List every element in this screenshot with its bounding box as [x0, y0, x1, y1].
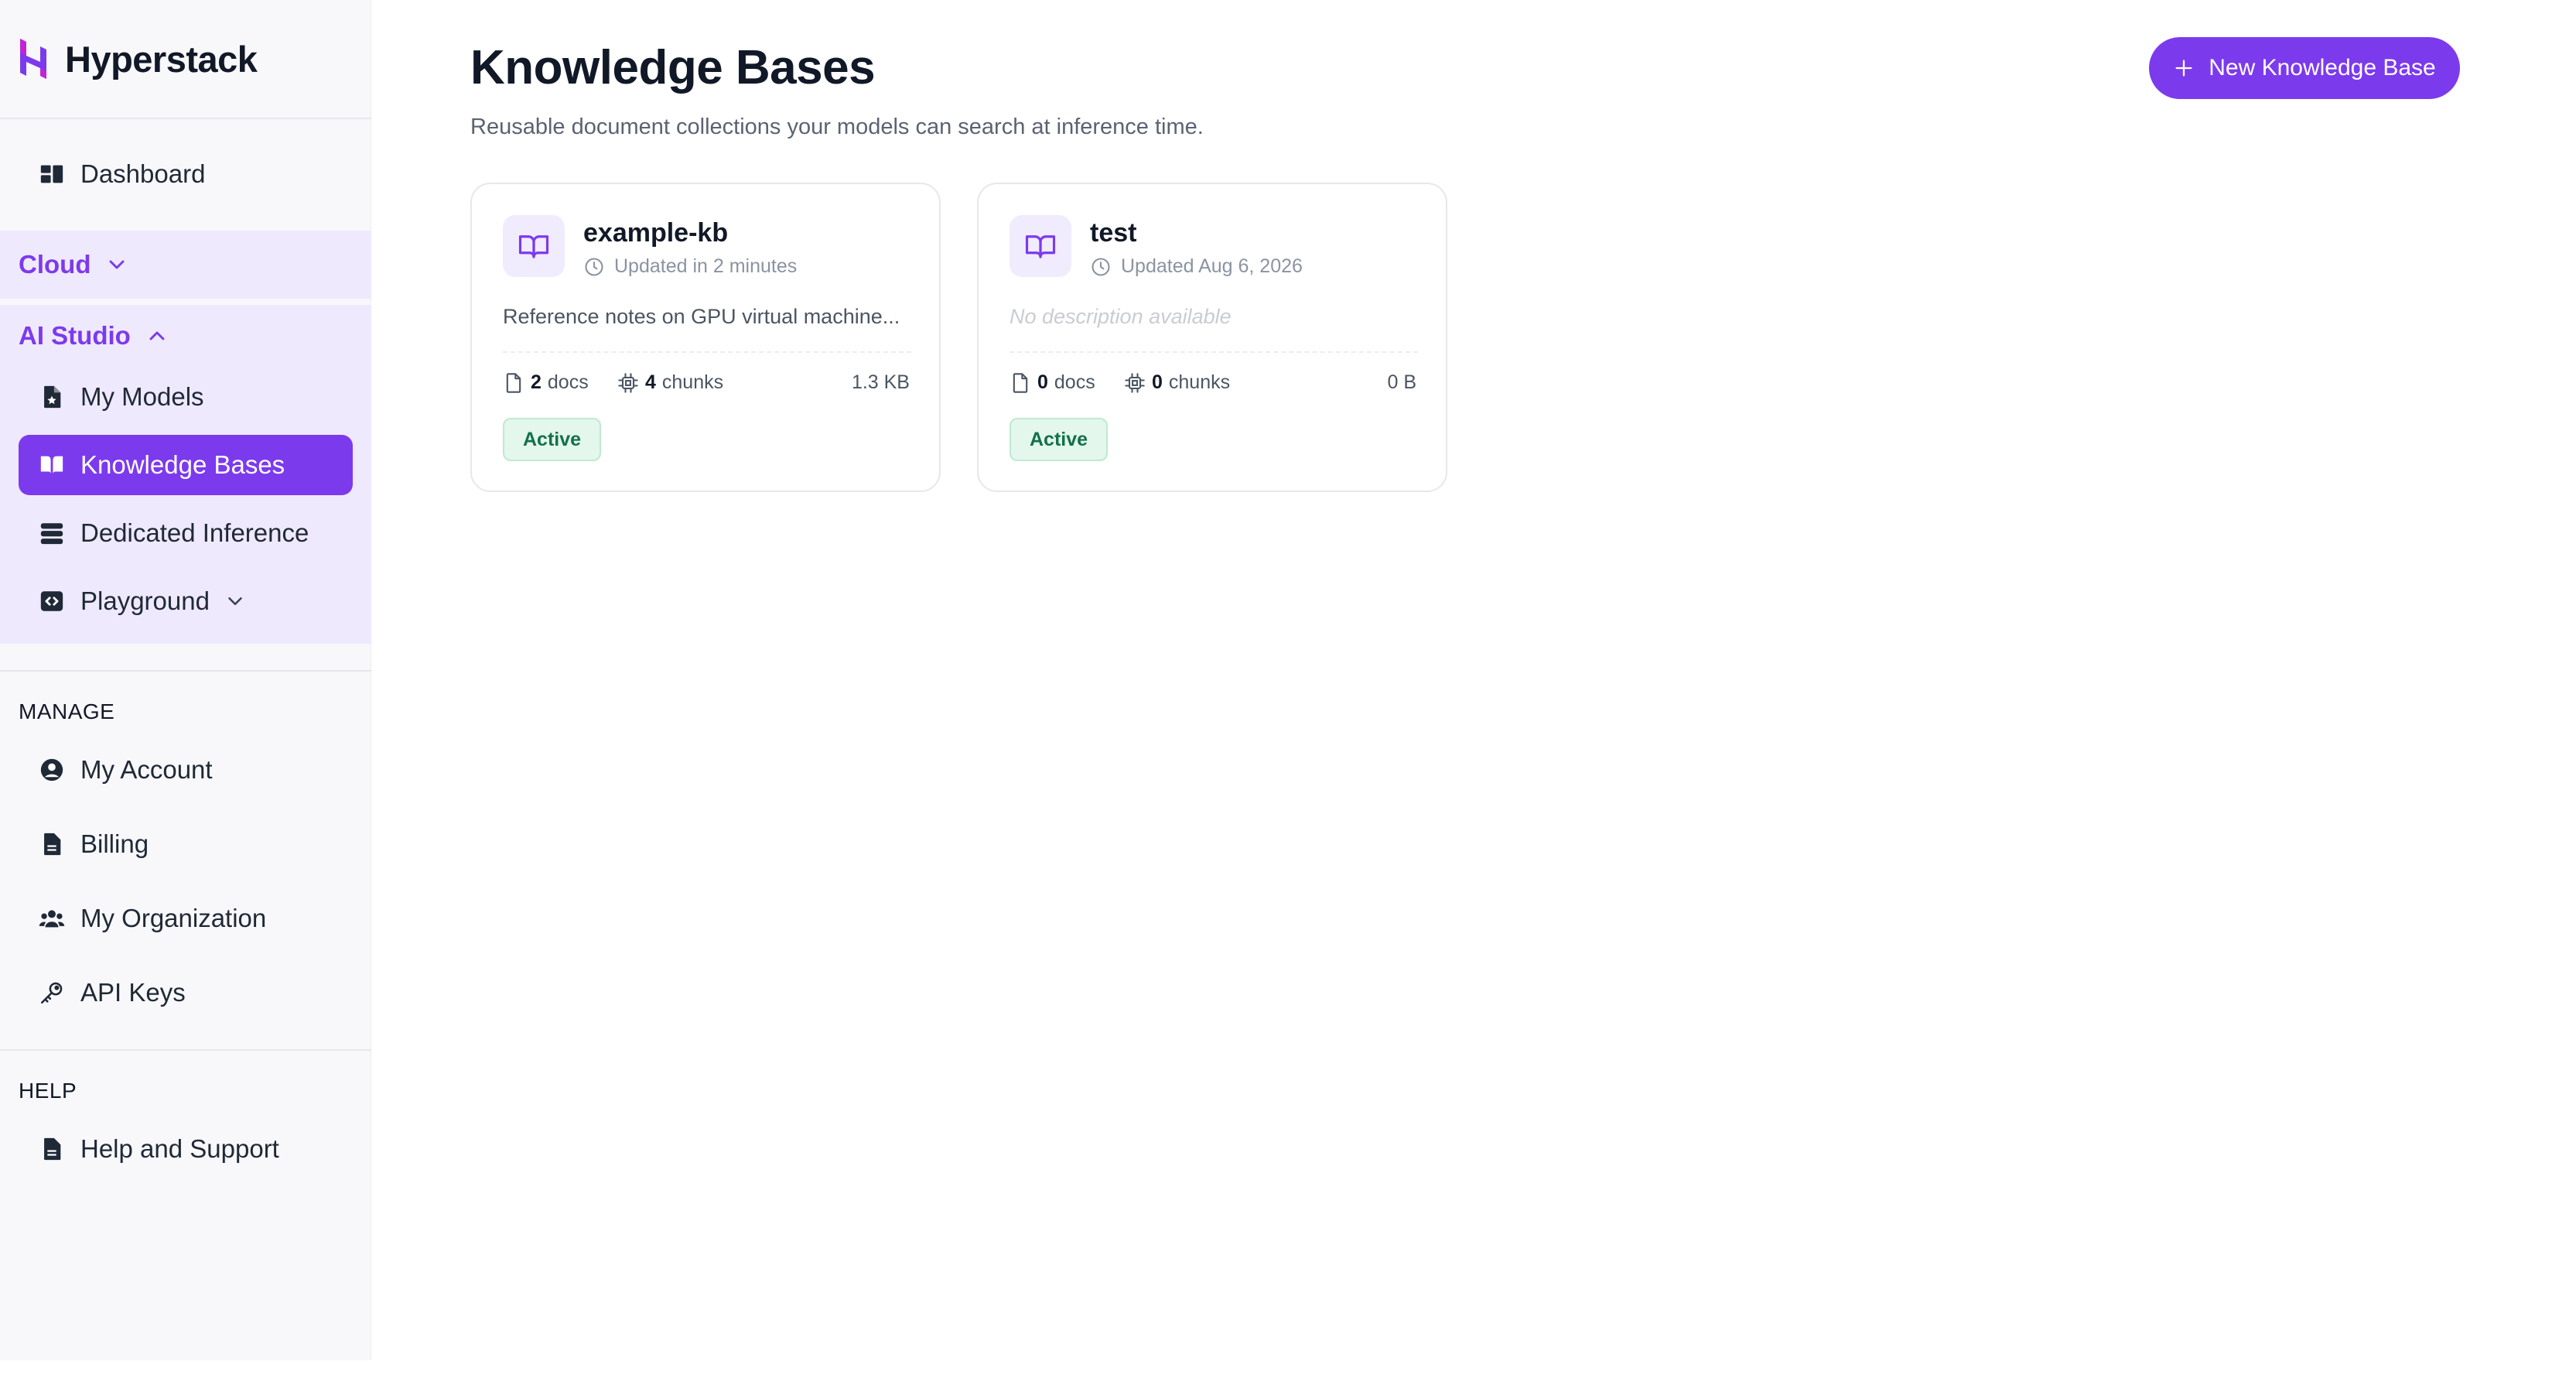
- sidebar-item-dedicated-inference[interactable]: Dedicated Inference: [19, 503, 353, 563]
- sidebar-item-api-keys[interactable]: API Keys: [19, 963, 353, 1023]
- knowledge-base-card[interactable]: example-kb Updated in 2 minutes Referenc…: [470, 183, 941, 492]
- document-icon: [37, 1134, 67, 1164]
- chevron-up-icon: [149, 331, 165, 340]
- sidebar-item-label: Help and Support: [80, 1134, 279, 1163]
- docs-count: 2: [531, 371, 542, 393]
- docs-stat: 0 docs: [1010, 371, 1095, 394]
- sidebar-item-label: Knowledge Bases: [80, 450, 285, 479]
- book-open-icon: [1010, 215, 1071, 277]
- brand[interactable]: Hyperstack: [17, 31, 258, 87]
- file-icon: [506, 372, 521, 393]
- sidebar-item-playground[interactable]: Playground: [19, 571, 353, 631]
- model-file-icon: [37, 382, 67, 412]
- clock-icon: [585, 257, 603, 276]
- page-subtitle: Reusable document collections your model…: [470, 115, 1204, 139]
- docs-stat: 2 docs: [503, 371, 589, 394]
- docs-label: docs: [1054, 371, 1095, 393]
- page-title: Knowledge Bases: [470, 41, 876, 94]
- chunks-label: chunks: [1168, 371, 1231, 393]
- users-icon: [37, 904, 67, 933]
- card-divider: [503, 351, 911, 353]
- plus-icon: [2175, 60, 2192, 77]
- user-circle-icon: [37, 755, 67, 785]
- sidebar-item-label: Dashboard: [80, 159, 206, 188]
- sidebar-item-knowledge-bases[interactable]: Knowledge Bases: [19, 435, 353, 495]
- sidebar-item-label: Dedicated Inference: [80, 518, 309, 547]
- file-icon: [1013, 372, 1028, 393]
- card-description: No description available: [1010, 305, 1232, 328]
- app-root: Hyperstack Dashboard Cloud AI Studio My …: [0, 0, 2576, 1385]
- sidebar-item-my-organization[interactable]: My Organization: [19, 888, 353, 949]
- docs-label: docs: [547, 371, 589, 393]
- chip-icon: [1125, 372, 1145, 393]
- size-stat: 1.3 KB: [851, 371, 910, 393]
- chevron-down-icon: [110, 260, 125, 269]
- docs-count: 0: [1037, 371, 1048, 393]
- chip-icon: [618, 372, 638, 393]
- sidebar-item-my-models[interactable]: My Models: [19, 367, 353, 427]
- sidebar-item-label: Playground: [80, 586, 210, 615]
- clock-icon: [1092, 257, 1110, 276]
- knowledge-base-card[interactable]: test Updated Aug 6, 2026 No description …: [977, 183, 1447, 492]
- divider: [0, 670, 371, 672]
- hyperstack-logo-icon: [17, 36, 50, 82]
- status-badge: Active: [503, 418, 602, 461]
- new-knowledge-base-label: New Knowledge Base: [2209, 55, 2436, 80]
- card-updated: Updated in 2 minutes: [583, 255, 797, 278]
- document-icon: [37, 829, 67, 859]
- sidebar-item-help-and-support[interactable]: Help and Support: [19, 1119, 353, 1179]
- card-updated-text: Updated Aug 6, 2026: [1121, 255, 1303, 277]
- sidebar: Hyperstack Dashboard Cloud AI Studio My …: [0, 0, 371, 1360]
- size-stat: 0 B: [1387, 371, 1416, 393]
- brand-name: Hyperstack: [65, 38, 258, 80]
- new-knowledge-base-button[interactable]: New Knowledge Base: [2149, 37, 2460, 99]
- sidebar-item-label: My Organization: [80, 904, 267, 932]
- sidebar-item-label: API Keys: [80, 978, 186, 1007]
- help-group-label: HELP: [19, 1079, 77, 1103]
- book-open-icon: [503, 215, 565, 277]
- sidebar-item-label: Billing: [80, 829, 149, 858]
- card-title[interactable]: test: [1090, 218, 1136, 248]
- sidebar-item-label: My Models: [80, 382, 204, 411]
- divider: [0, 1049, 371, 1051]
- status-badge: Active: [1010, 418, 1109, 461]
- sidebar-item-dashboard[interactable]: Dashboard: [19, 144, 353, 204]
- book-icon: [37, 450, 67, 480]
- code-icon: [37, 586, 67, 616]
- sidebar-item-label: My Account: [80, 755, 213, 784]
- chunks-stat: 4 chunks: [617, 371, 723, 394]
- chevron-down-icon: [228, 597, 242, 605]
- sidebar-item-billing[interactable]: Billing: [19, 814, 353, 874]
- cloud-section-toggle[interactable]: Cloud: [19, 245, 129, 285]
- card-title[interactable]: example-kb: [583, 218, 728, 248]
- chunks-label: chunks: [661, 371, 724, 393]
- dashboard-icon: [37, 159, 67, 189]
- card-description: Reference notes on GPU virtual machine..…: [503, 305, 900, 328]
- card-divider: [1010, 351, 1418, 353]
- cloud-section-label: Cloud: [19, 250, 91, 279]
- divider: [0, 118, 371, 119]
- card-updated: Updated Aug 6, 2026: [1090, 255, 1303, 278]
- ai-studio-section-label: AI Studio: [19, 321, 131, 350]
- server-icon: [37, 518, 67, 548]
- key-icon: [37, 978, 67, 1007]
- ai-studio-section-toggle[interactable]: AI Studio: [19, 316, 169, 356]
- chunks-count: 0: [1152, 371, 1163, 393]
- chunks-count: 4: [645, 371, 656, 393]
- manage-group-label: MANAGE: [19, 699, 115, 723]
- chunks-stat: 0 chunks: [1124, 371, 1230, 394]
- sidebar-item-my-account[interactable]: My Account: [19, 740, 353, 800]
- card-updated-text: Updated in 2 minutes: [614, 255, 798, 277]
